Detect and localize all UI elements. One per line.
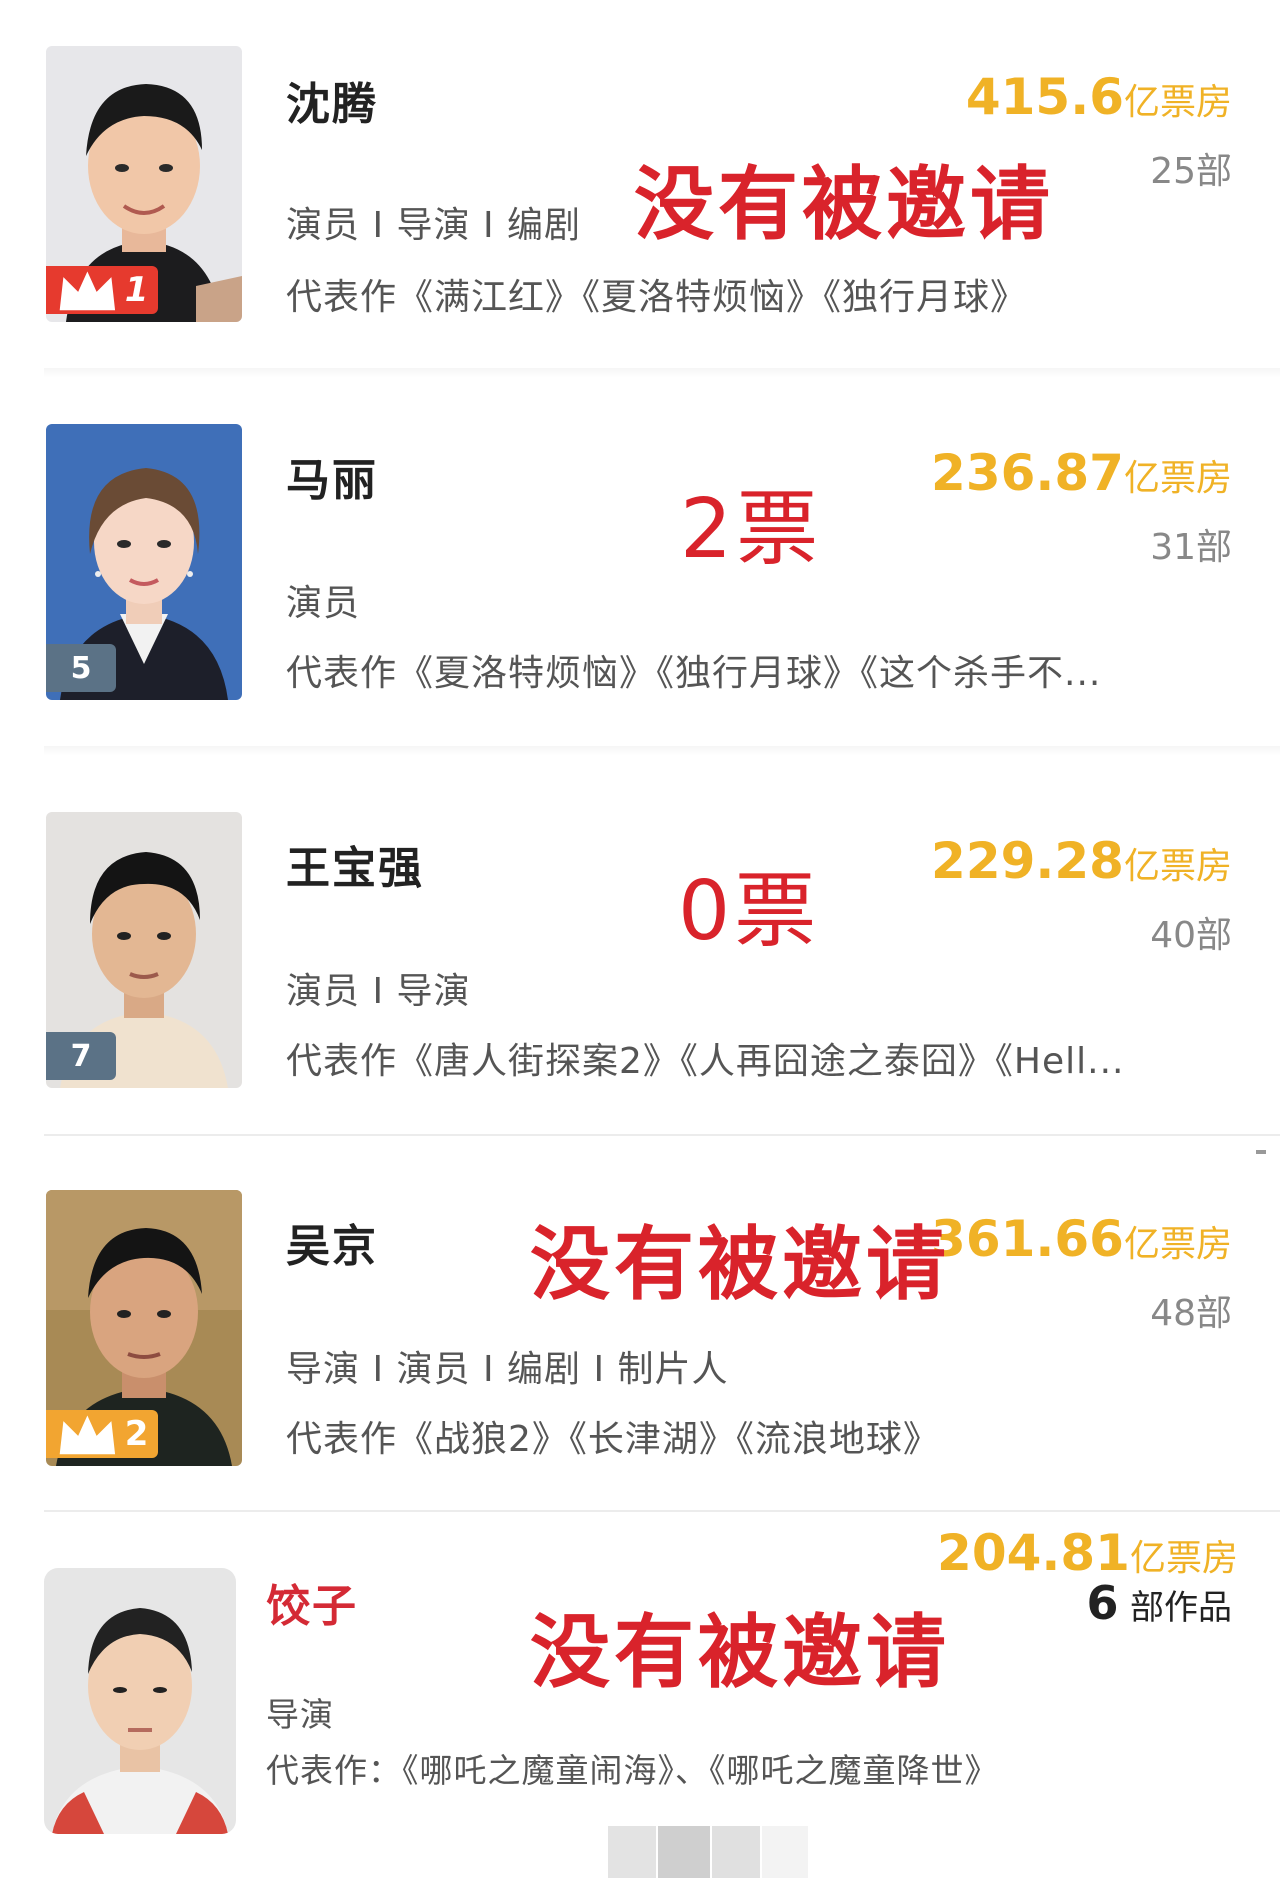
crown-icon xyxy=(59,271,116,311)
annotation-overlay: 没有被邀请 xyxy=(530,1218,950,1311)
bottom-indicator xyxy=(608,1826,808,1878)
person-roles: 导演 I 演员 I 编剧 I 制片人 xyxy=(286,1349,729,1390)
representative-works: 代表作《唐人街探案2》《人再囧途之泰囧》《Hell... xyxy=(286,1041,1125,1082)
person-name[interactable]: 沈腾 xyxy=(286,68,378,132)
box-office-value: 415.6 xyxy=(965,68,1124,126)
box-office-unit: 亿票房 xyxy=(1123,1224,1232,1265)
box-office-value: 361.66 xyxy=(931,1210,1124,1268)
rank-number: 5 xyxy=(70,650,92,686)
portrait-image xyxy=(44,1568,236,1834)
person-row-3[interactable]: 7 王宝强 演员 I 导演 代表作《唐人街探案2》《人再囧途之泰囧》《Hell.… xyxy=(0,766,1280,1136)
rank-badge: 1 xyxy=(46,266,159,314)
rank-badge: 5 xyxy=(46,644,116,692)
person-name[interactable]: 马丽 xyxy=(286,444,378,508)
box-office-unit: 亿票房 xyxy=(1123,82,1232,123)
annotation-overlay: 没有被邀请 xyxy=(530,1606,950,1699)
film-count-number: 6 xyxy=(1086,1576,1119,1630)
annotation-overlay: 没有被邀请 xyxy=(634,158,1054,251)
annotation-overlay: 2票 xyxy=(680,482,823,577)
avatar[interactable]: 7 xyxy=(46,812,242,1088)
row-divider xyxy=(44,368,1280,378)
film-count: 25部 xyxy=(1150,151,1232,192)
representative-works: 代表作：《哪吒之魔童闹海》、《哪吒之魔童降世》 xyxy=(266,1751,999,1790)
person-roles: 演员 I 导演 I 编剧 xyxy=(286,205,582,246)
rank-number: 7 xyxy=(70,1038,92,1074)
box-office: 415.6亿票房 xyxy=(966,68,1232,126)
person-row-4[interactable]: 2 吴京 导演 I 演员 I 编剧 I 制片人 代表作《战狼2》《长津湖》《流浪… xyxy=(0,1144,1280,1514)
film-count: 6 部作品 xyxy=(1087,1576,1232,1630)
avatar[interactable]: 5 xyxy=(46,424,242,700)
row-divider xyxy=(44,1134,1280,1136)
annotation-overlay: 0票 xyxy=(678,864,821,959)
avatar[interactable]: 1 xyxy=(46,46,242,322)
representative-works: 代表作《战狼2》《长津湖》《流浪地球》 xyxy=(286,1419,940,1460)
box-office-value: 236.87 xyxy=(931,444,1124,502)
avatar[interactable] xyxy=(44,1568,236,1834)
row-divider xyxy=(44,746,1280,756)
box-office: 229.28亿票房 xyxy=(931,832,1232,890)
film-count-unit: 部作品 xyxy=(1130,1588,1232,1628)
film-count: 31部 xyxy=(1150,527,1232,568)
person-roles: 演员 I 导演 xyxy=(286,971,471,1012)
rank-number: 1 xyxy=(124,270,149,310)
box-office-unit: 亿票房 xyxy=(1129,1538,1238,1579)
rank-number: 2 xyxy=(124,1414,149,1454)
rank-badge: 2 xyxy=(46,1410,159,1458)
person-name[interactable]: 王宝强 xyxy=(286,832,424,896)
box-office-unit: 亿票房 xyxy=(1123,458,1232,499)
person-roles: 导演 xyxy=(266,1695,334,1734)
representative-works: 代表作《夏洛特烦恼》《独行月球》《这个杀手不... xyxy=(286,653,1102,694)
representative-works: 代表作《满江红》《夏洛特烦恼》《独行月球》 xyxy=(286,277,1028,318)
person-row-2[interactable]: 5 马丽 演员 代表作《夏洛特烦恼》《独行月球》《这个杀手不... 236.87… xyxy=(0,378,1280,748)
crown-icon xyxy=(59,1415,116,1455)
box-office: 236.87亿票房 xyxy=(931,444,1232,502)
box-office-value: 229.28 xyxy=(931,832,1124,890)
person-roles: 演员 xyxy=(286,583,361,624)
film-count: 40部 xyxy=(1150,915,1232,956)
box-office-unit: 亿票房 xyxy=(1123,846,1232,887)
rank-badge: 7 xyxy=(46,1032,116,1080)
box-office: 361.66亿票房 xyxy=(931,1210,1232,1268)
box-office: 204.81亿票房 xyxy=(937,1524,1238,1582)
person-name[interactable]: 饺子 xyxy=(266,1570,358,1634)
film-count: 48部 xyxy=(1150,1293,1232,1334)
person-row-1[interactable]: 1 沈腾 演员 I 导演 I 编剧 代表作《满江红》《夏洛特烦恼》《独行月球》 … xyxy=(0,0,1280,370)
person-name[interactable]: 吴京 xyxy=(286,1210,378,1274)
avatar[interactable]: 2 xyxy=(46,1190,242,1466)
box-office-value: 204.81 xyxy=(937,1524,1130,1582)
